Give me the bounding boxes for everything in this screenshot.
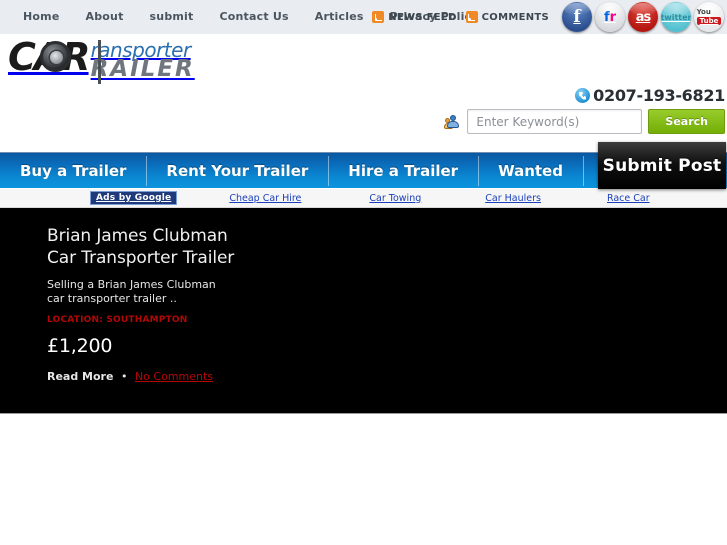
social-links: f fr as twitter You Tube	[562, 2, 724, 32]
phone-icon	[575, 88, 591, 103]
listing-description-line-2: car transporter trailer ..	[47, 292, 177, 305]
top-bar-right: NEWS FEED COMMENTS f fr as twitter You T…	[372, 0, 724, 34]
search-input[interactable]	[468, 110, 642, 133]
listing-card: Brian James Clubman Car Transporter Trai…	[47, 225, 347, 383]
lastfm-icon[interactable]: as	[628, 2, 658, 32]
listing-title-link[interactable]: Brian James Clubman Car Transporter Trai…	[47, 225, 347, 269]
news-feed-link[interactable]: NEWS FEED	[372, 11, 456, 23]
users-icon	[444, 114, 461, 130]
comments-link[interactable]: No Comments	[135, 370, 213, 383]
nav-item-hire-a-trailer[interactable]: Hire a Trailer	[328, 153, 478, 189]
phone-block: 0207-193-6821	[575, 86, 725, 105]
topnav-item-contact-us[interactable]: Contact Us	[207, 0, 302, 34]
logo-t-stem	[98, 40, 101, 84]
rss-icon	[465, 11, 478, 23]
site-logo[interactable]: CAR ransporter RAILER	[8, 38, 195, 81]
phone-number: 0207-193-6821	[593, 86, 725, 105]
page-root: Home About submit Contact Us Articles Pr…	[0, 0, 727, 545]
nav-divider	[582, 155, 584, 186]
ad-link-car-towing[interactable]: Car Towing	[369, 193, 421, 204]
listing-description: Selling a Brian James Clubman car transp…	[47, 278, 347, 306]
footer-divider	[0, 413, 727, 414]
listing-price: £1,200	[47, 335, 113, 357]
listing-description-line-1: Selling a Brian James Clubman	[47, 278, 216, 291]
search-button[interactable]: Search	[648, 109, 725, 134]
listing-location: LOCATION: SOUTHAMPTON	[47, 315, 188, 325]
youtube-icon[interactable]: You Tube	[694, 2, 724, 32]
listing-meta: Read More • No Comments	[47, 370, 347, 383]
topnav-item-about[interactable]: About	[73, 0, 137, 34]
topnav-item-submit[interactable]: submit	[137, 0, 207, 34]
logo-trailer-text: RAILER	[90, 56, 195, 82]
search-bar: Search	[444, 109, 725, 134]
ad-link-race-car[interactable]: Race Car	[607, 193, 650, 204]
listing-title-line-2: Car Transporter Trailer	[47, 248, 235, 268]
submit-post-button[interactable]: Submit Post	[598, 142, 726, 189]
topnav-item-home[interactable]: Home	[10, 0, 73, 34]
content-area: Brian James Clubman Car Transporter Trai…	[0, 208, 727, 413]
wheel-icon	[40, 41, 71, 72]
flickr-icon[interactable]: fr	[595, 2, 625, 32]
twitter-icon[interactable]: twitter	[661, 2, 691, 32]
nav-item-buy-a-trailer[interactable]: Buy a Trailer	[0, 153, 146, 189]
logo-wordmark: ransporter RAILER	[91, 40, 195, 81]
rss-icon	[372, 11, 385, 23]
comments-feed-label: COMMENTS	[481, 11, 549, 23]
nav-item-wanted[interactable]: Wanted	[478, 153, 583, 189]
search-input-wrapper[interactable]	[467, 109, 643, 134]
nav-item-rent-your-trailer[interactable]: Rent Your Trailer	[146, 153, 328, 189]
meta-separator: •	[120, 370, 128, 383]
google-ads-bar: Ads by Google Cheap Car Hire Car Towing …	[0, 189, 727, 208]
top-bar: Home About submit Contact Us Articles Pr…	[0, 0, 727, 34]
ads-by-google-badge[interactable]: Ads by Google	[90, 191, 178, 205]
ad-link-cheap-car-hire[interactable]: Cheap Car Hire	[229, 193, 301, 204]
read-more-link[interactable]: Read More	[47, 370, 113, 383]
ad-link-car-haulers[interactable]: Car Haulers	[485, 193, 541, 204]
topnav-item-articles[interactable]: Articles	[302, 0, 377, 34]
listing-title-line-1: Brian James Clubman	[47, 226, 228, 246]
comments-feed-link[interactable]: COMMENTS	[465, 11, 549, 23]
news-feed-label: NEWS FEED	[388, 11, 457, 23]
facebook-icon[interactable]: f	[562, 2, 592, 32]
